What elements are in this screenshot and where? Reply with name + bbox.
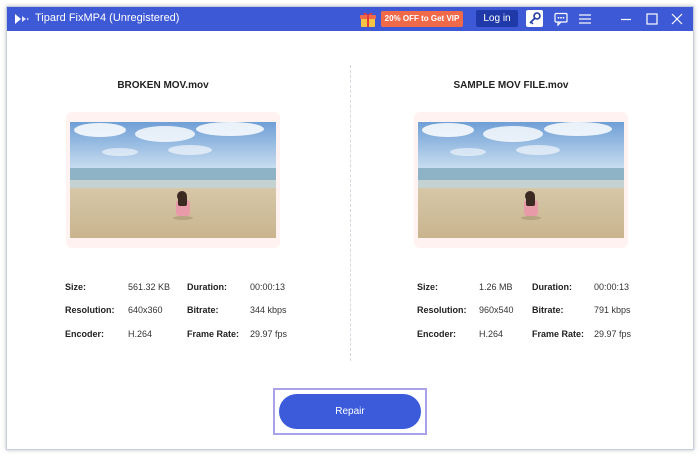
resolution-label: Resolution: [417,305,467,315]
tipard-logo-icon [15,14,29,24]
gift-icon[interactable] [359,10,377,28]
sample-file-panel: SAMPLE MOV FILE.mov Size: 1.26 MB Durati… [361,31,661,361]
beach-preview-image [70,122,276,238]
resolution-label: Resolution: [65,305,115,315]
main-content: BROKEN MOV.mov Size: 561.32 KB Duration:… [7,31,693,449]
bitrate-label: Bitrate: [532,305,564,315]
sample-bitrate-value: 791 kbps [594,305,631,315]
repair-button-highlight: Repair [273,388,427,435]
broken-video-thumbnail[interactable] [66,112,280,248]
broken-encoder-value: H.264 [128,329,153,339]
encoder-label: Encoder: [65,329,105,339]
login-button[interactable]: Log in [476,10,518,27]
frame-rate-label: Frame Rate: [187,329,240,339]
size-label: Size: [417,282,439,292]
broken-file-name: BROKEN MOV.mov [117,80,209,91]
app-window: Tipard FixMP4 (Unregistered) 20% OFF to … [6,6,694,450]
key-icon [529,12,541,25]
broken-duration-value: 00:00:13 [250,282,286,292]
app-title: Tipard FixMP4 (Unregistered) [35,12,180,24]
broken-frame-rate-value: 29.97 fps [250,329,288,339]
broken-size-value: 561.32 KB [128,282,171,292]
sample-file-name: SAMPLE MOV FILE.mov [453,80,569,91]
close-icon[interactable] [669,11,685,27]
sample-resolution-value: 960x540 [479,305,514,315]
broken-bitrate-value: 344 kbps [250,305,287,315]
frame-rate-label: Frame Rate: [532,329,585,339]
title-bar: Tipard FixMP4 (Unregistered) 20% OFF to … [7,7,693,31]
size-label: Size: [65,282,87,292]
sample-size-value: 1.26 MB [479,282,513,292]
duration-label: Duration: [532,282,572,292]
beach-preview-image [418,122,624,238]
vip-promo-button[interactable]: 20% OFF to Get VIP [381,11,463,27]
minimize-icon[interactable] [618,11,634,27]
sample-frame-rate-value: 29.97 fps [594,329,632,339]
broken-file-panel: BROKEN MOV.mov Size: 561.32 KB Duration:… [13,31,313,361]
chat-feedback-icon[interactable] [553,11,569,27]
hamburger-menu-icon[interactable] [577,11,593,27]
register-key-button[interactable] [526,10,543,27]
bitrate-label: Bitrate: [187,305,219,315]
maximize-icon[interactable] [644,11,660,27]
repair-button[interactable]: Repair [279,394,421,429]
panel-divider [350,65,351,361]
sample-video-thumbnail[interactable] [414,112,628,248]
sample-encoder-value: H.264 [479,329,504,339]
broken-resolution-value: 640x360 [128,305,163,315]
encoder-label: Encoder: [417,329,457,339]
sample-duration-value: 00:00:13 [594,282,630,292]
duration-label: Duration: [187,282,227,292]
